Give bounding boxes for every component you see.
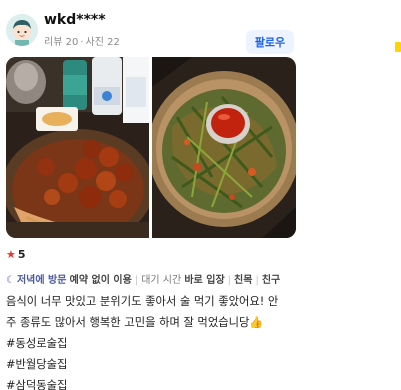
divider: | xyxy=(134,275,139,286)
review-text[interactable]: 음식이 너무 맛있고 분위기도 좋아서 술 먹기 좋았어요! 안 주 종류도 많… xyxy=(6,291,296,390)
star-icon: ★ xyxy=(6,248,16,261)
rating-value: 5 xyxy=(17,248,26,261)
review-line: 음식이 너무 맛있고 분위기도 좋아서 술 먹기 좋았어요! 안 xyxy=(6,295,279,308)
user-stats: 리뷰 20 · 사진 22 xyxy=(44,33,120,48)
review-header: wkd**** 리뷰 20 · 사진 22 팔로우 xyxy=(6,12,296,54)
rating: ★ 5 xyxy=(6,248,26,261)
food-photo-pancake[interactable] xyxy=(152,57,296,238)
food-photo-chicken[interactable] xyxy=(6,57,149,238)
wait-label: 대기 시간 xyxy=(141,275,182,286)
moon-icon: ☾ xyxy=(6,275,15,286)
review-count: 리뷰 20 xyxy=(44,37,79,48)
photo-gallery[interactable] xyxy=(6,57,296,238)
divider: | xyxy=(227,275,232,286)
companion-tag: 친구 xyxy=(261,275,281,286)
divider: | xyxy=(255,275,259,286)
user-avatar-icon[interactable] xyxy=(6,14,38,46)
photo-count: 사진 22 xyxy=(85,37,120,48)
meta-separator: · xyxy=(80,37,84,48)
review-line: 주 종류도 많아서 행복한 고민을 하며 잘 먹었습니당👍 xyxy=(6,312,296,333)
wait-value: 바로 입장 xyxy=(184,275,225,286)
visit-info: ☾ 저녁에 방문 예약 없이 이용 | 대기 시간 바로 입장 | 친목 | 친구 xyxy=(6,271,280,286)
side-marker xyxy=(395,42,401,52)
username[interactable]: wkd**** xyxy=(44,12,106,28)
review-line-text: 주 종류도 많아서 행복한 고민을 하며 잘 먹었습니당 xyxy=(6,316,250,329)
purpose-tag: 친목 xyxy=(234,275,253,286)
thumbs-up-emoji: 👍 xyxy=(249,316,264,329)
hashtag[interactable]: #삼덕동술집 xyxy=(6,375,296,390)
visit-time: 저녁에 방문 xyxy=(16,275,67,286)
reservation-info: 예약 없이 이용 xyxy=(69,275,132,286)
hashtag[interactable]: #반월당술집 xyxy=(6,354,296,375)
follow-button[interactable]: 팔로우 xyxy=(246,30,294,54)
hashtag[interactable]: #동성로술집 xyxy=(6,333,296,354)
